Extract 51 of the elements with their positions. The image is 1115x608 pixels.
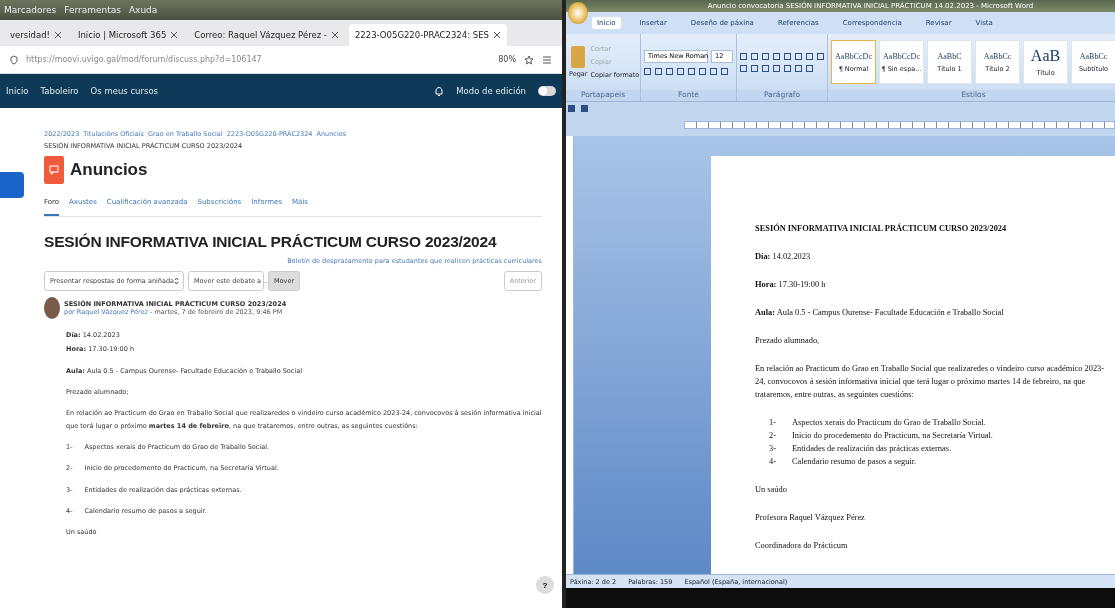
list-number: 4- bbox=[769, 456, 777, 469]
document-text: Profesora Raquel Vázquez Pérez bbox=[755, 512, 866, 525]
menu-item[interactable]: Marcadores bbox=[4, 5, 57, 15]
close-icon[interactable] bbox=[53, 31, 62, 39]
close-icon[interactable] bbox=[170, 31, 179, 39]
style-sample: AaBbCcDc bbox=[883, 51, 920, 61]
document-text: Prezado alumnado, bbox=[755, 335, 821, 348]
select-arrows-icon bbox=[174, 277, 179, 285]
star-icon[interactable] bbox=[524, 54, 534, 65]
office-button[interactable] bbox=[568, 2, 588, 24]
style-sample: AaBbCcDc bbox=[835, 51, 872, 61]
zoom-level: 80% bbox=[498, 55, 516, 64]
document-text: Coordinadora do Prácticum bbox=[755, 540, 849, 553]
forum-icon bbox=[44, 156, 64, 184]
list-number: 3- bbox=[769, 443, 777, 456]
document-paragraph: En relación ao Practicum do Grao en Traballo Social que realizaredes o vindeiro curso académico 2023-24, convocovos á sesión informativa inicial que terá lugar o próximo martes 14 de febreiro, na que trataremos, entre outras, as seguintes cuestións: bbox=[755, 363, 1106, 402]
document-text: Un saúdo bbox=[755, 484, 788, 497]
menu-item[interactable]: Ferramentas bbox=[64, 5, 121, 15]
help-button[interactable]: ? bbox=[536, 576, 554, 594]
style-sample: AaBbCc bbox=[1079, 51, 1108, 61]
document-title: SESIÓN INFORMATIVA INICIAL PRÁCTICUM CURSO 2023/2024 bbox=[755, 222, 1008, 235]
document-text: Día: 14.02.2023 bbox=[755, 251, 812, 263]
list-item: Aspectos xerais do Practicum do Grao de Traballo Social. bbox=[792, 417, 987, 430]
nav-link[interactable]: Os meus cursos bbox=[90, 86, 159, 96]
style-sample: AaBbC bbox=[937, 51, 962, 61]
style-sample: AaB bbox=[1030, 47, 1061, 65]
browser-tab[interactable]: Correo: Raquel Vázquez Pérez - bbox=[188, 24, 345, 46]
menu-item[interactable]: Axuda bbox=[128, 5, 158, 15]
shield-icon bbox=[10, 54, 18, 65]
nav-link[interactable]: Inicio bbox=[6, 86, 29, 96]
list-number: 2- bbox=[769, 430, 777, 443]
address-field[interactable]: https://moovi.uvigo.gal/mod/forum/discuss.php?d=106147 bbox=[26, 49, 491, 70]
list-item: Calendario resumo de pasos a seguir. bbox=[792, 456, 918, 469]
avatar bbox=[44, 297, 60, 319]
nav-link[interactable]: Taboleiro bbox=[40, 86, 79, 96]
style-sample: AaBbCc bbox=[983, 51, 1012, 61]
bell-icon[interactable] bbox=[434, 85, 445, 97]
edit-mode-label[interactable]: Modo de edición bbox=[456, 86, 526, 96]
browser-tab[interactable]: Inicio | Microsoft 365 bbox=[71, 24, 185, 46]
list-item: Entidades de realización das prácticas externas. bbox=[792, 443, 953, 456]
page-heading: Anuncios bbox=[70, 160, 148, 180]
list-item: Inicio do procedemento do Practicum, na Secretaría Virtual. bbox=[792, 430, 994, 443]
close-icon[interactable] bbox=[330, 31, 339, 39]
close-icon[interactable] bbox=[492, 31, 501, 39]
discussion-title: SESIÓN INFORMATIVA INICIAL PRÁCTICUM CURSO 2023/2024 bbox=[44, 233, 498, 251]
browser-tab[interactable]: versidad! bbox=[4, 24, 68, 46]
document-text: Aula: Aula 0.5 - Campus Ourense- Facultade Educación e Traballo Social bbox=[755, 307, 1005, 320]
edit-mode-switch[interactable] bbox=[538, 86, 556, 96]
document-text: Hora: 17.30-19:00 h bbox=[755, 279, 827, 292]
browser-tab[interactable]: 2223-O05G220-PRAC2324: SES bbox=[348, 24, 507, 46]
list-number: 1- bbox=[769, 417, 777, 430]
